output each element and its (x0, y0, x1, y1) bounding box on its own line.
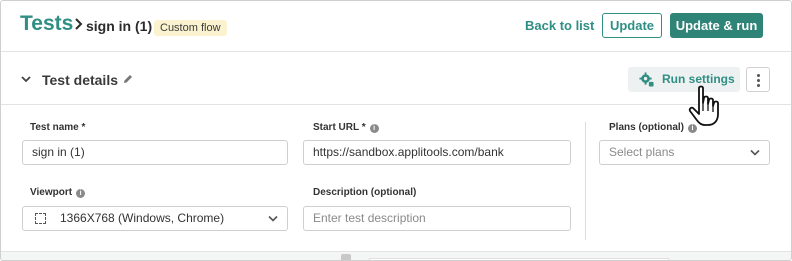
plans-placeholder: Select plans (609, 145, 675, 159)
viewport-icon (35, 213, 46, 224)
test-details-header: Test details Run settings (1, 53, 791, 105)
section-title: Test details (42, 72, 118, 88)
gear-icon (639, 72, 654, 87)
test-name-label: Test name * (30, 122, 86, 133)
resize-handle[interactable] (341, 254, 351, 260)
viewport-label: Viewport i (30, 187, 86, 198)
kebab-dot (757, 79, 760, 82)
update-and-run-button[interactable]: Update & run (670, 13, 763, 38)
info-icon[interactable]: i (76, 189, 86, 198)
chevron-down-icon (750, 149, 760, 156)
more-options-button[interactable] (746, 67, 770, 92)
viewport-select[interactable]: 1366X768 (Windows, Chrome) (22, 206, 288, 231)
column-divider (585, 122, 586, 240)
description-input[interactable]: Enter test description (303, 206, 571, 231)
breadcrumb-tests-link[interactable]: Tests (20, 12, 73, 36)
viewport-label-text: Viewport (30, 187, 73, 198)
kebab-dot (757, 84, 760, 87)
start-url-input[interactable]: https://sandbox.applitools.com/bank (303, 140, 571, 165)
plans-label-text: Plans (optional) (609, 122, 684, 133)
pencil-icon[interactable] (122, 73, 134, 85)
info-icon[interactable]: i (369, 124, 379, 133)
chevron-down-icon (268, 215, 278, 222)
start-url-label: Start URL * i (313, 122, 379, 133)
plans-select[interactable]: Select plans (599, 140, 770, 165)
test-name-input[interactable]: sign in (1) (22, 140, 288, 165)
chevron-right-icon (75, 18, 83, 30)
test-details-form: Test name * sign in (1) Start URL * i htt… (1, 106, 791, 251)
update-button[interactable]: Update (602, 13, 662, 38)
page-header: Tests sign in (1) Custom flow Back to li… (1, 1, 791, 52)
bottom-panel-strip (1, 251, 791, 260)
custom-flow-badge: Custom flow (154, 20, 227, 36)
test-editor-window: Tests sign in (1) Custom flow Back to li… (0, 0, 792, 261)
viewport-value: 1366X768 (Windows, Chrome) (60, 211, 225, 225)
description-label: Description (optional) (313, 187, 417, 198)
chevron-down-icon[interactable] (20, 74, 32, 84)
hand-pointer-icon (688, 85, 719, 126)
breadcrumb-current: sign in (1) (86, 18, 153, 34)
back-to-list-link[interactable]: Back to list (525, 18, 594, 33)
kebab-dot (757, 74, 760, 77)
start-url-label-text: Start URL * (313, 122, 366, 133)
